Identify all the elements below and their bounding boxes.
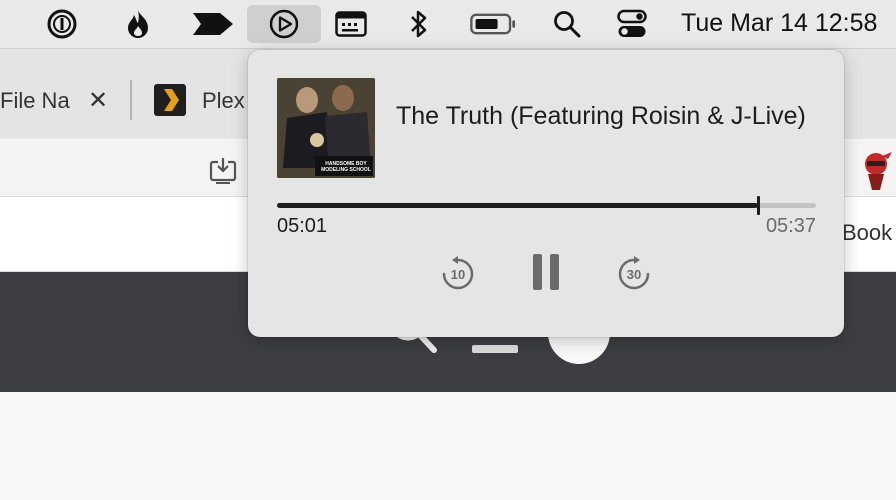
album-artwork: HANDSOME BOY MODELING SCHOOL <box>277 78 375 178</box>
plex-logo-icon <box>154 84 186 116</box>
control-center-icon[interactable] <box>609 5 655 43</box>
tab-file-name[interactable]: File Na <box>0 88 70 114</box>
skip-back-seconds: 10 <box>451 267 465 282</box>
password-manager-icon[interactable] <box>39 5 85 43</box>
flame-icon[interactable] <box>115 5 161 43</box>
keyboard-icon[interactable] <box>328 5 374 43</box>
download-icon[interactable] <box>208 156 240 191</box>
arrow-icon[interactable] <box>190 5 236 43</box>
progress-fill <box>277 203 759 208</box>
track-title: The Truth (Featuring Roisin & J-Live) <box>396 102 806 130</box>
skip-forward-seconds: 30 <box>627 267 641 282</box>
elapsed-time: 05:01 <box>277 215 328 237</box>
total-duration: 05:37 <box>765 215 816 237</box>
play-circle-icon[interactable] <box>247 5 321 43</box>
menu-bar: Tue Mar 14 12:58 <box>0 0 896 49</box>
skip-forward-button[interactable]: 30 <box>614 253 654 293</box>
now-playing-popover: HANDSOME BOY MODELING SCHOOL The Truth (… <box>248 50 844 337</box>
bookmark-item[interactable]: Book <box>842 220 892 246</box>
skip-forward-30-icon: 30 <box>618 256 650 290</box>
skip-back-10-icon: 10 <box>442 256 474 290</box>
pause-icon <box>533 254 559 290</box>
pause-button[interactable] <box>526 250 566 294</box>
progress-slider[interactable] <box>277 196 816 215</box>
menu-dash-icon[interactable] <box>472 345 518 353</box>
menu-bar-clock[interactable]: Tue Mar 14 12:58 <box>681 0 877 48</box>
bluetooth-icon[interactable] <box>396 5 442 43</box>
ninja-mascot-icon[interactable] <box>858 148 896 197</box>
tab-separator <box>130 80 132 120</box>
progress-knob[interactable] <box>757 196 761 215</box>
tab-close-icon[interactable]: ✕ <box>88 86 108 115</box>
album-art-text-line: MODELING SCHOOL <box>321 167 371 173</box>
tab-plex[interactable]: Plex <box>202 88 245 114</box>
battery-icon[interactable] <box>470 5 516 43</box>
page-body <box>0 392 896 500</box>
skip-back-button[interactable]: 10 <box>438 253 478 293</box>
search-icon[interactable] <box>544 5 590 43</box>
